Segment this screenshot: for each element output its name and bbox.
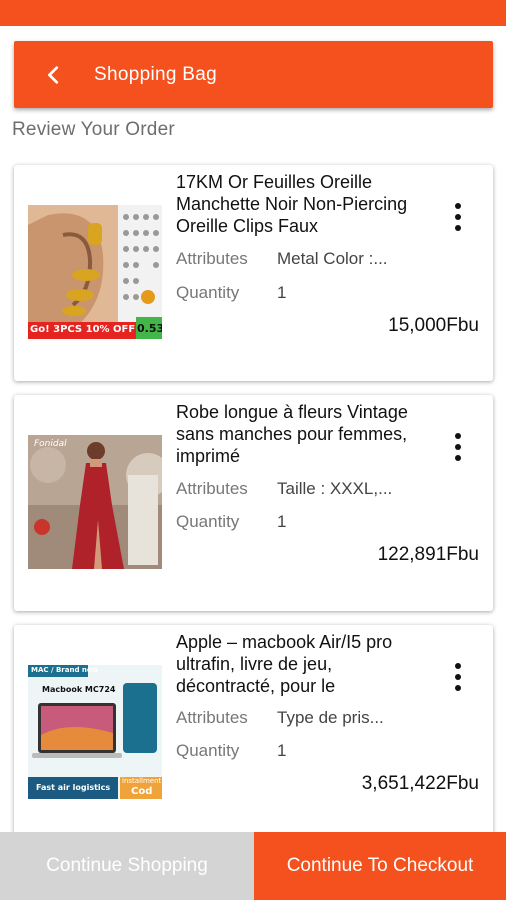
quantity-label: Quantity [176, 741, 240, 760]
dress-photo [28, 435, 162, 569]
logistics-label: Fast air logistics [36, 783, 111, 792]
attributes-label: Attributes [176, 708, 248, 727]
order-item-card[interactable]: MAC / Brand new Macbook MC724 Fast air l… [14, 625, 493, 841]
attributes-label: Attributes [176, 249, 248, 268]
product-image[interactable]: Go! 3PCS 10% OFF 0.53 [28, 205, 162, 339]
back-button[interactable] [14, 41, 94, 108]
checkout-button[interactable]: Continue To Checkout [254, 832, 506, 900]
order-item-card[interactable]: Fonidal Robe longue à fleurs Vintage san… [14, 395, 493, 611]
attributes-label: Attributes [176, 479, 248, 498]
more-vert-icon [455, 203, 461, 209]
installment-label: installment [122, 777, 162, 785]
more-options-button[interactable] [446, 201, 470, 233]
item-price: 122,891Fbu [377, 544, 479, 565]
model-label: Macbook MC724 [42, 685, 116, 694]
order-item-card[interactable]: Go! 3PCS 10% OFF 0.53 17KM Or Feuilles O… [14, 165, 493, 381]
image-caption: Fonidal [34, 439, 67, 449]
more-vert-icon [455, 663, 461, 669]
item-price: 15,000Fbu [388, 315, 479, 336]
product-image[interactable]: Fonidal [28, 435, 162, 569]
cod-label: Cod [131, 786, 153, 797]
quantity-label: Quantity [176, 512, 240, 531]
badge-label: 0.53 [137, 322, 162, 335]
app-header: Shopping Bag [14, 41, 493, 108]
continue-shopping-button[interactable]: Continue Shopping [0, 832, 254, 900]
more-options-button[interactable] [446, 431, 470, 463]
quantity-value: 1 [277, 512, 287, 531]
attributes-value: Taille : XXXL,... [277, 479, 393, 498]
section-title: Review Your Order [12, 119, 175, 140]
promo-label: Go! 3PCS 10% OFF [30, 324, 136, 335]
brand-tag: MAC / Brand new [31, 666, 99, 674]
page-title: Shopping Bag [94, 63, 217, 85]
product-name[interactable]: Apple – macbook Air/I5 pro ultrafin, liv… [176, 631, 436, 697]
more-vert-icon [455, 433, 461, 439]
quantity-value: 1 [277, 741, 287, 760]
more-options-button[interactable] [446, 661, 470, 693]
quantity-value: 1 [277, 283, 287, 302]
chevron-left-icon [48, 65, 59, 84]
ear-cuff-photo [28, 205, 162, 339]
bottom-action-bar: Continue Shopping Continue To Checkout [0, 832, 506, 900]
product-name[interactable]: 17KM Or Feuilles Oreille Manchette Noir … [176, 171, 436, 237]
product-image[interactable]: MAC / Brand new Macbook MC724 Fast air l… [28, 665, 162, 799]
attributes-value: Metal Color :... [277, 249, 388, 268]
attributes-value: Type de pris... [277, 708, 384, 727]
product-name[interactable]: Robe longue à fleurs Vintage sans manche… [176, 401, 436, 467]
item-price: 3,651,422Fbu [361, 773, 479, 794]
status-bar [0, 0, 506, 26]
quantity-label: Quantity [176, 283, 240, 302]
